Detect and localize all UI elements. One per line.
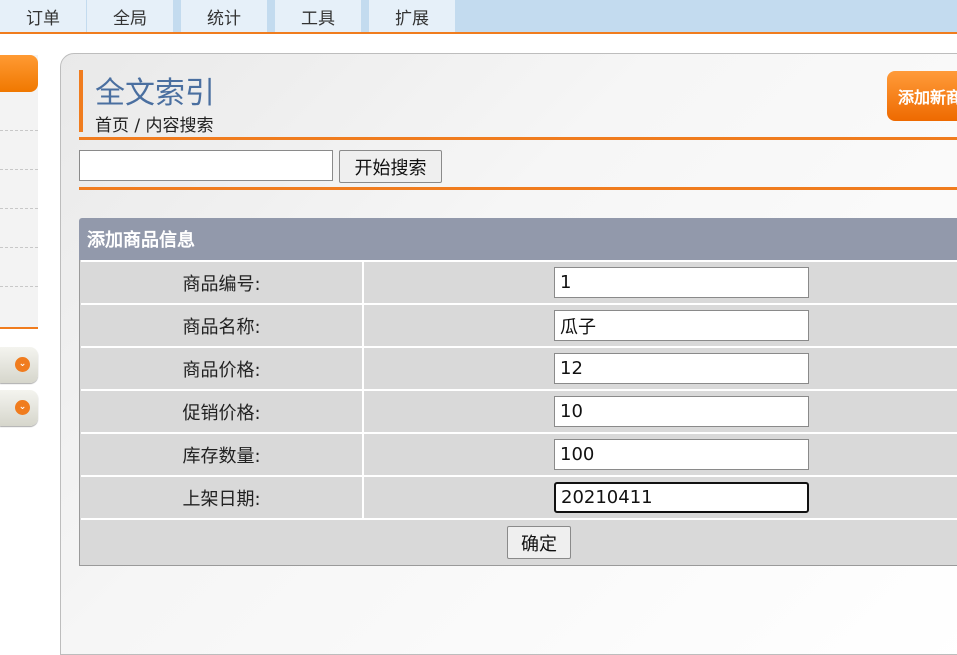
divider <box>79 187 957 190</box>
field-label: 商品名称: <box>81 305 364 346</box>
product-id-field[interactable] <box>554 267 809 298</box>
search-button[interactable]: 开始搜索 <box>339 150 442 183</box>
top-nav-item-tools[interactable]: 工具 <box>275 0 365 32</box>
form-row-stock-quantity: 库存数量: <box>81 432 957 475</box>
title-accent-bar <box>79 70 83 132</box>
field-label: 上架日期: <box>81 477 364 518</box>
sidebar-divider <box>0 286 38 287</box>
search-input[interactable] <box>79 150 333 181</box>
promo-price-field[interactable] <box>554 396 809 427</box>
sidebar-divider <box>0 247 38 248</box>
field-label: 商品编号: <box>81 262 364 303</box>
form-row-listing-date: 上架日期: <box>81 475 957 518</box>
product-price-field[interactable] <box>554 353 809 384</box>
field-label: 库存数量: <box>81 434 364 475</box>
form-row-product-name: 商品名称: <box>81 303 957 346</box>
chevron-down-icon: ⌄ <box>15 357 30 372</box>
confirm-button[interactable]: 确定 <box>507 526 571 559</box>
add-new-button[interactable]: 添加新商品 <box>887 71 957 121</box>
divider <box>79 137 957 140</box>
page-title: 全文索引 <box>95 76 215 111</box>
sidebar-group-button[interactable]: ⌄ <box>0 390 38 426</box>
form-row-promo-price: 促销价格: <box>81 389 957 432</box>
field-label: 促销价格: <box>81 391 364 432</box>
sidebar-item-active[interactable] <box>0 55 38 92</box>
sidebar-divider <box>0 208 38 209</box>
sidebar-divider <box>0 169 38 170</box>
field-label: 商品价格: <box>81 348 364 389</box>
sidebar-menu <box>0 55 38 329</box>
stock-quantity-field[interactable] <box>554 439 809 470</box>
form-submit-row: 确定 <box>81 518 957 567</box>
form-row-product-id: 商品编号: <box>81 260 957 303</box>
sidebar-divider <box>0 130 38 131</box>
product-form: 商品编号: 商品名称: 商品价格: 促销价格: 库存数量: 上架日期: 确定 <box>79 260 957 566</box>
top-nav-item-extensions[interactable]: 扩展 <box>369 0 459 32</box>
form-row-product-price: 商品价格: <box>81 346 957 389</box>
breadcrumb: 首页 / 内容搜索 <box>95 116 214 136</box>
top-nav-item-stats[interactable]: 统计 <box>181 0 271 32</box>
product-name-field[interactable] <box>554 310 809 341</box>
listing-date-field[interactable] <box>554 482 809 513</box>
form-header: 添加商品信息 <box>79 218 957 260</box>
chevron-down-icon: ⌄ <box>15 400 30 415</box>
top-nav-item-orders[interactable]: 订单 <box>0 0 90 32</box>
top-nav-item-global[interactable]: 全局 <box>87 0 177 32</box>
top-nav-bar: 订单 全局 统计 工具 扩展 <box>0 0 957 34</box>
sidebar-group-button[interactable]: ⌄ <box>0 347 38 383</box>
